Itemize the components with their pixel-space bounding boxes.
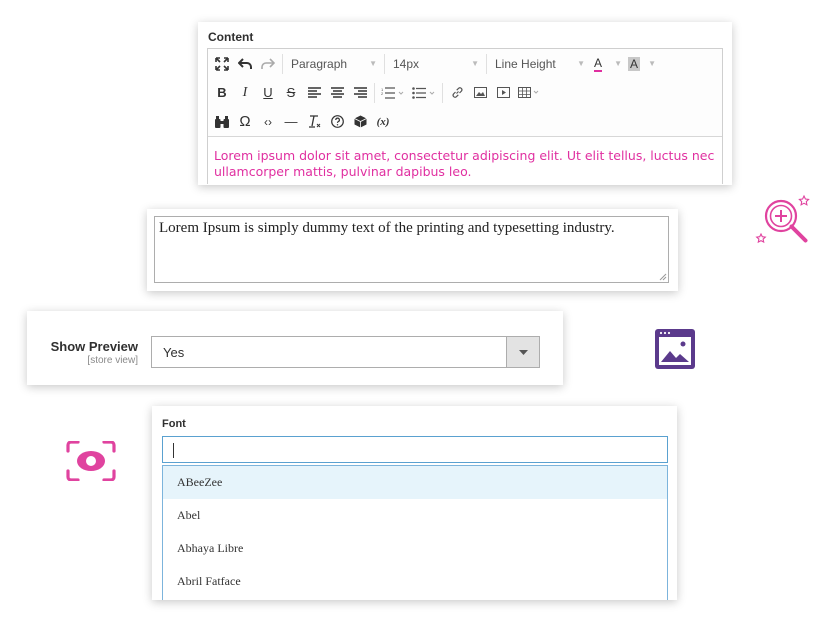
toolbar-separator (374, 82, 375, 103)
line-height-value: Line Height (495, 56, 556, 71)
redo-icon[interactable] (258, 53, 278, 75)
chevron-down-icon: ▼ (648, 59, 656, 68)
toolbar-separator (282, 53, 283, 74)
chevron-down-icon: ▼ (471, 59, 479, 68)
chevron-down-icon: ▼ (369, 59, 377, 68)
font-option[interactable]: Abel (163, 499, 667, 532)
show-preview-label-group: Show Preview [store view] (51, 339, 138, 366)
insert-image-icon[interactable] (470, 82, 490, 104)
resize-handle-icon[interactable] (659, 273, 667, 281)
editor-toolbar: Paragraph ▼ 14px ▼ Line Height ▼ A ▼ A ▼… (208, 49, 722, 137)
numbered-list-icon[interactable]: 12 (379, 82, 407, 104)
chevron-down-icon: ▼ (614, 59, 622, 68)
undo-icon[interactable] (235, 53, 255, 75)
source-code-icon[interactable]: ‹› (258, 111, 278, 133)
show-preview-card: Show Preview [store view] Yes (27, 311, 563, 385)
font-size-value: 14px (393, 56, 420, 71)
background-color-icon: A (628, 56, 641, 71)
font-size-select[interactable]: 14px ▼ (389, 53, 485, 75)
chevron-down-icon: ▼ (577, 59, 585, 68)
editor-content[interactable]: Lorem ipsum dolor sit amet, consectetur … (208, 137, 722, 180)
font-card: Font ABeeZee Abel Abhaya Libre Abril Fat… (152, 406, 677, 600)
caret-down-icon (518, 349, 528, 355)
italic-icon[interactable]: I (235, 82, 255, 104)
font-option[interactable]: ABeeZee (163, 466, 667, 499)
eye-focus-icon (66, 441, 116, 481)
toolbar-separator (384, 53, 385, 74)
insert-media-icon[interactable] (493, 82, 513, 104)
toolbar-row-1: Paragraph ▼ 14px ▼ Line Height ▼ A ▼ A ▼ (208, 49, 722, 78)
link-icon[interactable] (447, 82, 467, 104)
show-preview-label: Show Preview (50, 339, 138, 354)
font-option[interactable]: Abhaya Libre (163, 532, 667, 565)
strikethrough-icon[interactable]: S (281, 82, 301, 104)
text-color-icon: A (594, 55, 603, 72)
toolbar-row-3: Ω ‹› — (x) (208, 107, 722, 136)
find-replace-icon[interactable] (212, 111, 232, 133)
font-options-list: ABeeZee Abel Abhaya Libre Abril Fatface (162, 465, 668, 600)
align-right-icon[interactable] (350, 82, 370, 104)
text-cursor (173, 443, 174, 458)
toolbar-separator (442, 82, 443, 103)
block-format-value: Paragraph (291, 56, 348, 71)
wysiwyg-editor: Paragraph ▼ 14px ▼ Line Height ▼ A ▼ A ▼… (207, 48, 723, 184)
content-label: Content (208, 30, 254, 44)
textarea-value: Lorem Ipsum is simply dummy text of the … (159, 220, 615, 236)
block-format-select[interactable]: Paragraph ▼ (287, 53, 383, 75)
insert-variable-icon[interactable]: (x) (373, 111, 393, 133)
clear-formatting-icon[interactable] (304, 111, 324, 133)
toolbar-separator (486, 53, 487, 74)
insert-widget-icon[interactable] (350, 111, 370, 133)
magnify-plus-sparkle-icon (755, 194, 810, 244)
special-character-icon[interactable]: Ω (235, 111, 255, 133)
align-center-icon[interactable] (327, 82, 347, 104)
svg-text:2: 2 (381, 91, 384, 96)
line-height-select[interactable]: Line Height ▼ (491, 53, 591, 75)
content-editor-card: Content Paragraph ▼ 14px ▼ Line Height ▼… (198, 22, 732, 185)
textarea-card: Lorem Ipsum is simply dummy text of the … (147, 209, 678, 291)
background-color-picker[interactable]: A ▼ (625, 53, 659, 75)
horizontal-rule-icon[interactable]: — (281, 111, 301, 133)
align-left-icon[interactable] (304, 82, 324, 104)
image-window-icon (655, 329, 695, 369)
toolbar-row-2: B I U S 12 (208, 78, 722, 107)
scope-label: [store view] (87, 355, 138, 366)
font-search-input[interactable] (162, 436, 668, 463)
description-textarea[interactable]: Lorem Ipsum is simply dummy text of the … (154, 216, 669, 283)
text-color-picker[interactable]: A ▼ (591, 53, 625, 75)
font-option[interactable]: Abril Fatface (163, 565, 667, 598)
show-preview-value: Yes (163, 345, 185, 360)
bold-icon[interactable]: B (212, 82, 232, 104)
font-label: Font (162, 418, 186, 430)
underline-icon[interactable]: U (258, 82, 278, 104)
bullet-list-icon[interactable] (410, 82, 438, 104)
fullscreen-icon[interactable] (212, 53, 232, 75)
table-icon[interactable] (516, 82, 542, 104)
show-preview-select[interactable]: Yes (151, 336, 540, 368)
select-arrow[interactable] (506, 337, 539, 367)
help-icon[interactable] (327, 111, 347, 133)
